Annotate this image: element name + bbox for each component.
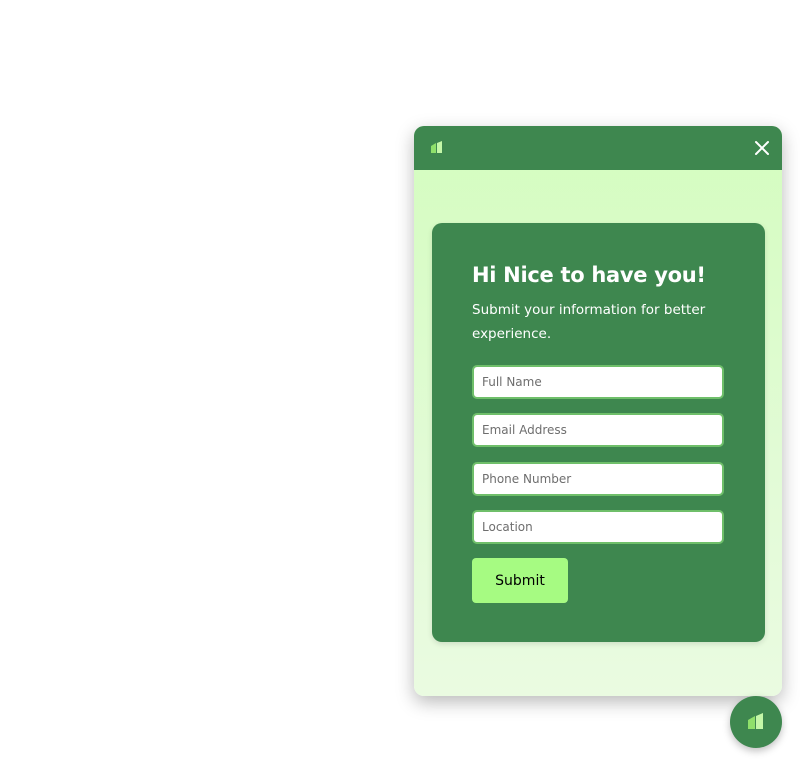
location-input[interactable] bbox=[472, 510, 724, 544]
form-subtitle: Submit your information for better exper… bbox=[472, 302, 706, 342]
phone-input[interactable] bbox=[472, 462, 724, 496]
email-input[interactable] bbox=[472, 413, 724, 447]
widget-header bbox=[414, 126, 782, 170]
close-icon[interactable] bbox=[750, 136, 774, 160]
signup-form-card: Hi Nice to have you! Submit your informa… bbox=[432, 223, 765, 642]
full-name-input[interactable] bbox=[472, 365, 724, 399]
brand-logo-icon bbox=[431, 141, 442, 153]
form-title: Hi Nice to have you! bbox=[472, 263, 706, 287]
submit-button[interactable]: Submit bbox=[472, 558, 568, 603]
chat-widget-panel: Hi Nice to have you! Submit your informa… bbox=[414, 126, 782, 696]
chat-launcher-button[interactable] bbox=[730, 696, 782, 748]
brand-logo-icon bbox=[748, 713, 763, 729]
